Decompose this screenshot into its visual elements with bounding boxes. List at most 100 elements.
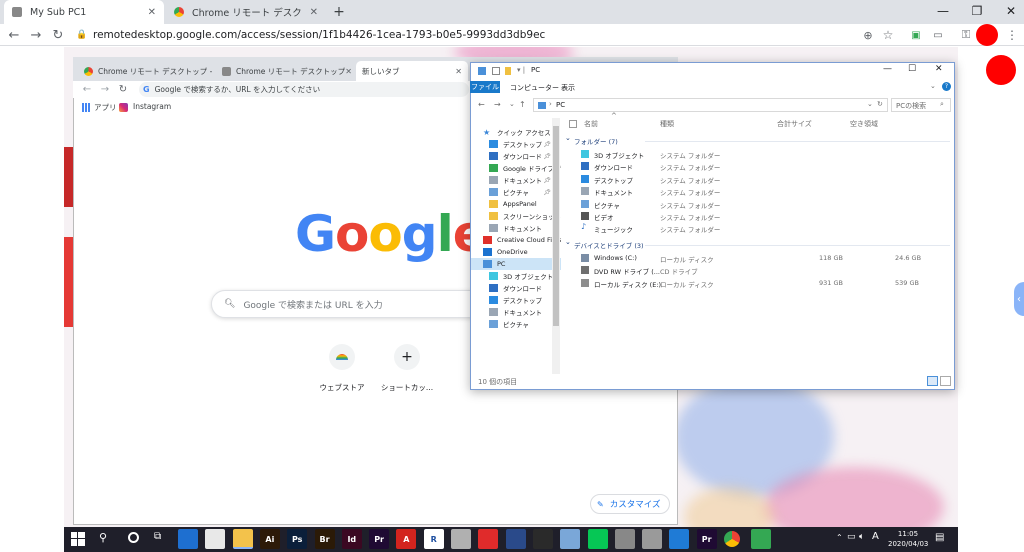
premiere-icon[interactable]: Pr: [369, 529, 390, 549]
windows-start-icon[interactable]: [71, 532, 85, 546]
ime-mode-icon[interactable]: A: [872, 531, 879, 542]
bridge-icon[interactable]: Br: [314, 529, 335, 549]
large-icons-view-icon[interactable]: [940, 376, 951, 386]
nav-item[interactable]: Creative Cloud Files: [471, 234, 561, 246]
maximize-button[interactable]: ❐: [960, 0, 994, 22]
line-icon[interactable]: [587, 529, 608, 549]
cast-icon[interactable]: ▭: [928, 24, 948, 46]
dvd-app-icon[interactable]: [642, 529, 663, 549]
bookmark-star-icon[interactable]: ☆: [878, 24, 898, 46]
pdf-icon[interactable]: [205, 529, 226, 549]
customize-button[interactable]: ✎ カスタマイズ: [590, 494, 670, 514]
forward-arrow-icon[interactable]: →: [26, 24, 46, 46]
reload-icon[interactable]: ↻: [48, 24, 68, 46]
recent-locations-icon[interactable]: ⌄: [509, 100, 515, 108]
illustrator-icon[interactable]: Ai: [259, 529, 280, 549]
file-row[interactable]: ダウンロード システム フォルダー: [579, 160, 950, 172]
nav-item[interactable]: ピクチャ: [471, 318, 561, 330]
breadcrumb-bar[interactable]: › PC ⌄ ↻: [533, 98, 888, 112]
cortana-icon[interactable]: [128, 532, 139, 543]
file-row[interactable]: DVD RW ドライブ (... CD ドライブ: [579, 264, 950, 276]
acrobat-icon[interactable]: A: [396, 529, 417, 549]
close-window-button[interactable]: ✕: [994, 0, 1024, 22]
explorer-minimize-button[interactable]: —: [883, 64, 892, 74]
nav-item[interactable]: ドキュメント: [471, 222, 561, 234]
taskbar-search-icon[interactable]: ⚲: [99, 531, 107, 544]
session-options-handle[interactable]: ‹: [1014, 282, 1024, 316]
shortcut-add[interactable]: + ショートカッ...: [372, 344, 442, 393]
column-type[interactable]: 種類: [660, 119, 674, 129]
ribbon-tab-view[interactable]: 表示: [561, 83, 575, 93]
bookmark-apps[interactable]: アプリ: [94, 102, 117, 113]
nav-item[interactable]: ピクチャ 📌︎: [471, 186, 561, 198]
select-all-checkbox[interactable]: [569, 120, 577, 128]
column-total-size[interactable]: 合計サイズ: [777, 119, 812, 129]
forward-arrow-icon[interactable]: →: [494, 100, 501, 109]
network-icon[interactable]: ▭: [847, 532, 856, 542]
explorer-maximize-button[interactable]: ☐: [908, 64, 916, 74]
file-row[interactable]: Windows (C:) ローカル ディスク 118 GB 24.6 GB: [579, 252, 950, 264]
file-row[interactable]: デスクトップ システム フォルダー: [579, 173, 950, 185]
camera-app-icon[interactable]: [478, 529, 499, 549]
file-row[interactable]: ドキュメント システム フォルダー: [579, 185, 950, 197]
close-tab-icon[interactable]: ✕: [455, 67, 462, 76]
profile-avatar[interactable]: [976, 24, 998, 46]
remote-app-icon[interactable]: [669, 529, 690, 549]
remote-tab-new[interactable]: 新しいタブ ✕: [356, 61, 468, 81]
column-name[interactable]: 名前: [584, 119, 598, 129]
nav-item[interactable]: スクリーンショット: [471, 210, 561, 222]
globe-icon[interactable]: [614, 529, 635, 549]
back-arrow-icon[interactable]: ←: [4, 24, 24, 46]
ribbon-tab-computer[interactable]: コンピューター: [510, 83, 559, 93]
remote-omnibox[interactable]: G Google で検索するか、URL を入力してください: [139, 82, 469, 97]
up-arrow-icon[interactable]: ↑: [519, 100, 526, 109]
new-tab-button[interactable]: +: [330, 2, 348, 22]
reload-icon[interactable]: ↻: [116, 81, 130, 98]
chrome-icon[interactable]: [724, 531, 740, 547]
taskbar-clock[interactable]: 11:05 2020/04/03: [888, 529, 928, 549]
group-header[interactable]: ⌄ フォルダー (7): [565, 134, 950, 146]
browser-tab-remote-desktop[interactable]: Chrome リモート デスクトップ - Chrom ✕: [166, 0, 326, 24]
nav-item[interactable]: デスクトップ 📌︎: [471, 138, 561, 150]
properties-icon[interactable]: [492, 67, 500, 75]
nav-item[interactable]: ダウンロード 📌︎: [471, 150, 561, 162]
back-arrow-icon[interactable]: ←: [80, 81, 94, 98]
nav-item[interactable]: ドキュメント: [471, 306, 561, 318]
refresh-icon[interactable]: ↻: [877, 100, 883, 108]
system-tray-chevron-icon[interactable]: ⌃: [836, 533, 843, 542]
quick-access-dropdown-icon[interactable]: ▾ |: [517, 66, 525, 74]
minimize-button[interactable]: —: [926, 0, 960, 22]
file-row[interactable]: ビデオ システム フォルダー: [579, 210, 950, 222]
ribbon-tab-file[interactable]: ファイル: [470, 81, 500, 93]
pdf-tool-icon[interactable]: [451, 529, 471, 549]
details-view-icon[interactable]: [927, 376, 938, 386]
address-bar[interactable]: 🔒 remotedesktop.google.com/access/sessio…: [76, 26, 905, 44]
file-row[interactable]: ピクチャ システム フォルダー: [579, 198, 950, 210]
help-icon[interactable]: ?: [942, 82, 951, 91]
photoshop-icon[interactable]: Ps: [287, 529, 308, 549]
ribbon-expand-icon[interactable]: ⌄: [930, 82, 936, 90]
unreal-icon[interactable]: [532, 529, 553, 549]
add-icon[interactable]: ⊕: [858, 24, 878, 46]
explorer-close-button[interactable]: ✕: [935, 64, 943, 74]
nav-item[interactable]: ドキュメント 📌︎: [471, 174, 561, 186]
close-tab-icon[interactable]: ✕: [345, 67, 352, 76]
nav-scrollbar[interactable]: [552, 118, 560, 374]
remote-tab-1[interactable]: Chrome リモート デスクトップ - Chrom ✕: [78, 61, 214, 81]
menu-kebab-icon[interactable]: ⋮: [1002, 24, 1022, 46]
edge-icon[interactable]: [178, 529, 198, 549]
nav-item[interactable]: ダウンロード: [471, 282, 561, 294]
column-free-space[interactable]: 空き領域: [850, 119, 878, 129]
task-view-icon[interactable]: ⧉: [154, 531, 161, 542]
explorer-search-field[interactable]: PCの検索 ⌕: [891, 98, 951, 112]
new-folder-icon[interactable]: [505, 67, 511, 75]
file-row[interactable]: ローカル ディスク (E:) ローカル ディスク 931 GB 539 GB: [579, 277, 950, 289]
nav-item[interactable]: AppsPanel: [471, 198, 561, 210]
r-icon[interactable]: R: [423, 529, 444, 549]
remote-tab-2[interactable]: Chrome リモート デスクトップ ✕: [216, 61, 352, 81]
nav-item[interactable]: PC: [471, 258, 561, 270]
shortcut-webstore[interactable]: ウェブストア: [307, 344, 377, 393]
drive-tb-icon[interactable]: [751, 529, 772, 549]
nav-scroll-thumb[interactable]: [553, 126, 559, 326]
group-header[interactable]: ⌄ デバイスとドライブ (3): [565, 238, 950, 250]
